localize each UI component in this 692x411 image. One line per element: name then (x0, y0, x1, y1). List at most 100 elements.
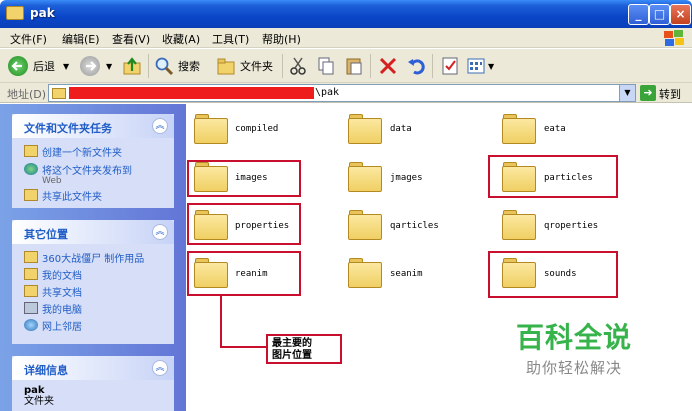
title-bar[interactable]: pak _ □ × (0, 0, 692, 28)
toolbar-separator (370, 54, 371, 78)
panel-title: 文件和文件夹任务 (24, 122, 112, 135)
address-bar: 地址(D) \pak ▼ ➜ 转到 (0, 83, 692, 103)
undo-button[interactable] (406, 54, 426, 78)
task-pane: 文件和文件夹任务 ︽ 创建一个新文件夹 将这个文件夹发布到 Web 共享此文件夹… (0, 104, 186, 411)
address-path: \pak (315, 87, 340, 98)
place-label: 共享文档 (42, 288, 82, 299)
properties-icon (440, 56, 460, 76)
collapse-icon[interactable]: ︽ (152, 360, 168, 376)
menu-favorites[interactable]: 收藏(A) (162, 31, 200, 47)
place-label: 网上邻居 (42, 322, 82, 333)
menu-edit[interactable]: 编辑(E) (62, 31, 100, 47)
redacted-path (69, 87, 314, 99)
search-icon (154, 56, 174, 76)
folder-item[interactable] (194, 112, 228, 144)
collapse-icon[interactable]: ︽ (152, 224, 168, 240)
paste-button[interactable] (344, 54, 364, 78)
panel-title: 详细信息 (24, 364, 68, 377)
minimize-button[interactable]: _ (628, 4, 649, 25)
folder-icon (24, 251, 38, 263)
folder-label[interactable]: data (390, 124, 412, 134)
folder-item[interactable] (348, 208, 382, 240)
undo-icon (406, 56, 426, 76)
go-arrow-icon[interactable]: ➜ (640, 85, 656, 101)
task-share-folder[interactable]: 共享此文件夹 (12, 188, 174, 204)
forward-button[interactable]: ▼ (80, 54, 112, 78)
chevron-down-icon[interactable]: ▼ (619, 85, 635, 101)
delete-button[interactable] (378, 54, 398, 78)
folder-label[interactable]: compiled (235, 124, 278, 134)
other-places-header[interactable]: 其它位置 ︽ (12, 220, 174, 244)
paste-icon (344, 56, 364, 76)
up-folder-button[interactable] (122, 54, 142, 78)
folders-icon (216, 56, 236, 76)
highlight-box-reanim (187, 251, 301, 296)
folder-item[interactable] (348, 112, 382, 144)
place-label: 我的文档 (42, 271, 82, 282)
menu-file[interactable]: 文件(F) (10, 31, 47, 47)
file-tasks-header[interactable]: 文件和文件夹任务 ︽ (12, 114, 174, 138)
collapse-icon[interactable]: ︽ (152, 118, 168, 134)
folder-label[interactable]: jmages (390, 173, 423, 183)
chevron-down-icon: ▼ (488, 61, 495, 71)
task-label: 创建一个新文件夹 (42, 148, 122, 159)
file-tasks-panel: 文件和文件夹任务 ︽ 创建一个新文件夹 将这个文件夹发布到 Web 共享此文件夹 (12, 114, 174, 208)
task-sublabel: Web (42, 176, 62, 186)
details-header[interactable]: 详细信息 ︽ (12, 356, 174, 380)
chevron-down-icon: ▼ (106, 61, 113, 71)
shared-documents-icon (24, 285, 38, 297)
highlight-box-images (187, 160, 301, 197)
folder-item[interactable] (348, 160, 382, 192)
watermark-logo: 百科全说 (516, 321, 633, 354)
leader-line (220, 346, 266, 348)
place-item[interactable]: 360大战僵尸 制作用品 (12, 250, 174, 267)
toolbar-separator (432, 54, 433, 78)
globe-icon (24, 163, 38, 175)
place-item[interactable]: 我的电脑 (12, 301, 174, 318)
properties-button[interactable] (440, 54, 460, 78)
search-button[interactable]: 搜索 (154, 54, 200, 78)
window-title: pak (30, 6, 55, 20)
menu-help[interactable]: 帮助(H) (262, 31, 301, 47)
menu-tools[interactable]: 工具(T) (212, 31, 249, 47)
views-button[interactable]: ▼ (466, 54, 494, 78)
address-input[interactable]: \pak ▼ (48, 84, 636, 102)
back-label: 后退 (33, 60, 55, 73)
place-item[interactable]: 我的文档 (12, 267, 174, 284)
delete-icon (378, 56, 398, 76)
copy-icon (316, 56, 336, 76)
place-item[interactable]: 网上邻居 (12, 318, 174, 335)
toolbar-separator (282, 54, 283, 78)
scissors-icon (288, 56, 308, 76)
maximize-button[interactable]: □ (649, 4, 670, 25)
search-label: 搜索 (178, 60, 200, 73)
folder-label[interactable]: eata (544, 124, 566, 134)
chevron-down-icon: ▼ (63, 61, 70, 71)
close-button[interactable]: × (670, 4, 691, 25)
place-item[interactable]: 共享文档 (12, 284, 174, 301)
folder-label[interactable]: seanim (390, 269, 423, 279)
folder-label[interactable]: qroperties (544, 221, 598, 231)
folder-item[interactable] (502, 208, 536, 240)
task-new-folder[interactable]: 创建一个新文件夹 (12, 144, 174, 160)
go-button[interactable]: 转到 (659, 86, 681, 102)
back-button[interactable]: 后退 ▼ (8, 54, 69, 78)
folders-label: 文件夹 (240, 60, 273, 73)
place-label: 360大战僵尸 制作用品 (42, 254, 145, 265)
task-label: 共享此文件夹 (42, 192, 102, 203)
my-computer-icon (24, 302, 38, 314)
folder-item[interactable] (502, 112, 536, 144)
callout-line: 最主要的 (272, 338, 312, 349)
new-folder-icon (24, 145, 38, 157)
task-publish-web[interactable]: 将这个文件夹发布到 Web (12, 162, 174, 186)
cut-button[interactable] (288, 54, 308, 78)
folder-label[interactable]: qarticles (390, 221, 439, 231)
folder-item[interactable] (348, 256, 382, 288)
menu-view[interactable]: 查看(V) (112, 31, 150, 47)
leader-line (220, 296, 222, 348)
copy-button[interactable] (316, 54, 336, 78)
folders-button[interactable]: 文件夹 (216, 54, 273, 78)
my-documents-icon (24, 268, 38, 280)
folder-icon (6, 6, 24, 20)
panel-title: 其它位置 (24, 228, 68, 241)
